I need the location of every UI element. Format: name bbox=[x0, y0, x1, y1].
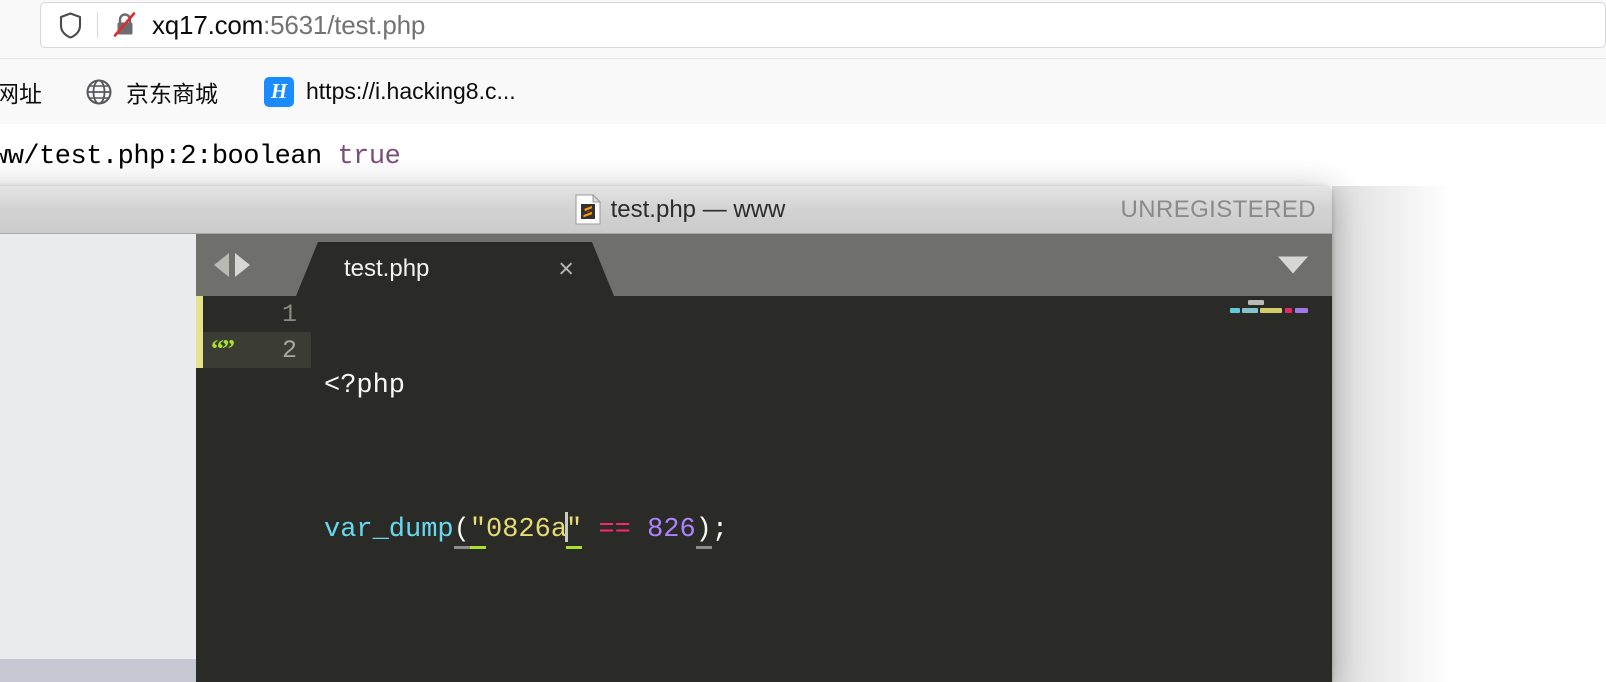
sublime-status-bar bbox=[0, 659, 196, 682]
php-open-tag: <?php bbox=[324, 371, 406, 401]
urlbar-divider bbox=[97, 12, 98, 38]
minimap-block bbox=[1230, 308, 1240, 313]
license-status-label: UNREGISTERED bbox=[1120, 195, 1316, 223]
chevron-down-icon[interactable] bbox=[1278, 256, 1308, 274]
number-token: 826 bbox=[647, 515, 696, 545]
equality-operator-token: == bbox=[598, 515, 631, 545]
code-line-1: <?php bbox=[324, 368, 728, 404]
code-editor[interactable]: 1 “” 2 <?php var_dump("0826a" == 826); bbox=[196, 296, 1332, 682]
screen-root: xq17.com:5631/test.php 网址 京东商城 H https:/… bbox=[0, 0, 1606, 682]
sublime-document-icon bbox=[575, 193, 601, 225]
browser-toolbar: xq17.com:5631/test.php bbox=[0, 0, 1606, 58]
url-text[interactable]: xq17.com:5631/test.php bbox=[152, 10, 425, 41]
open-paren-token: ( bbox=[453, 515, 470, 549]
vardump-output: ww/test.php:2:boolean true bbox=[0, 142, 401, 172]
sublime-text-window[interactable]: test.php — www UNREGISTERED test.php × 1… bbox=[0, 186, 1332, 682]
hacking8-favicon-icon: H bbox=[264, 76, 294, 107]
close-paren-token: ) bbox=[695, 515, 712, 549]
sublime-titlebar[interactable]: test.php — www UNREGISTERED bbox=[0, 186, 1332, 234]
sublime-sidebar[interactable] bbox=[0, 234, 196, 682]
address-bar[interactable]: xq17.com:5631/test.php bbox=[40, 2, 1606, 48]
quote-mark-icon: “” bbox=[211, 334, 235, 364]
bookmark-item-2[interactable]: H https://i.hacking8.c... bbox=[254, 69, 526, 115]
minimap-block bbox=[1242, 308, 1258, 313]
bookmark-label: 京东商城 bbox=[126, 80, 218, 107]
gutter-row: “” 2 bbox=[203, 332, 311, 368]
string-close-quote-token: " bbox=[566, 515, 583, 549]
line-number: 1 bbox=[281, 299, 297, 329]
sublime-body: test.php × 1 “” 2 <?php var_dump("0826a"… bbox=[0, 234, 1332, 682]
code-text[interactable]: <?php var_dump("0826a" == 826); bbox=[324, 296, 728, 620]
bookmark-item-1[interactable]: 京东商城 bbox=[74, 69, 228, 115]
string-open-quote-token: " bbox=[469, 515, 487, 549]
triangle-right-icon[interactable] bbox=[235, 253, 250, 277]
string-body-token: 0826a bbox=[486, 515, 568, 545]
vardump-value: true bbox=[337, 142, 401, 172]
window-title-group: test.php — www bbox=[575, 193, 786, 225]
bookmarks-bar: 网址 京东商城 H https://i.hacking8.c... bbox=[0, 58, 1606, 124]
line-number: 2 bbox=[281, 335, 297, 365]
minimap-block bbox=[1260, 308, 1282, 313]
url-path: :5631/test.php bbox=[263, 9, 426, 40]
lock-broken-icon[interactable] bbox=[112, 11, 138, 39]
code-line-2: var_dump("0826a" == 826); bbox=[324, 512, 729, 549]
gutter-row: 1 bbox=[203, 296, 311, 332]
minimap-row bbox=[1230, 300, 1308, 306]
tab-test-php[interactable]: test.php × bbox=[296, 242, 614, 296]
minimap-block bbox=[1295, 308, 1308, 313]
triangle-left-icon[interactable] bbox=[214, 253, 229, 277]
globe-icon bbox=[84, 77, 114, 107]
minimap-row bbox=[1230, 308, 1308, 314]
minimap-block bbox=[1248, 300, 1264, 305]
editor-pane[interactable]: test.php × 1 “” 2 <?php var_dump("0826a"… bbox=[196, 234, 1332, 682]
bookmark-label: 网址 bbox=[0, 80, 42, 107]
function-name-token: var_dump bbox=[324, 515, 454, 545]
line-number-gutter: 1 “” 2 bbox=[203, 296, 311, 682]
close-icon[interactable]: × bbox=[558, 256, 574, 283]
window-title: test.php — www bbox=[610, 195, 786, 223]
tab-navigation[interactable] bbox=[214, 253, 250, 277]
caret-column-strip bbox=[196, 296, 203, 368]
shield-icon[interactable] bbox=[57, 11, 83, 39]
minimap-block bbox=[1285, 308, 1292, 313]
bookmark-label: https://i.hacking8.c... bbox=[306, 78, 516, 104]
tab-bar: test.php × bbox=[196, 234, 1332, 296]
minimap[interactable] bbox=[1230, 300, 1308, 320]
semicolon-token: ; bbox=[711, 515, 729, 545]
vardump-location: ww/test.php:2:boolean bbox=[0, 142, 322, 172]
url-host: xq17.com bbox=[152, 9, 264, 40]
bookmark-item-0[interactable]: 网址 bbox=[0, 69, 52, 115]
tab-label: test.php bbox=[344, 255, 430, 282]
